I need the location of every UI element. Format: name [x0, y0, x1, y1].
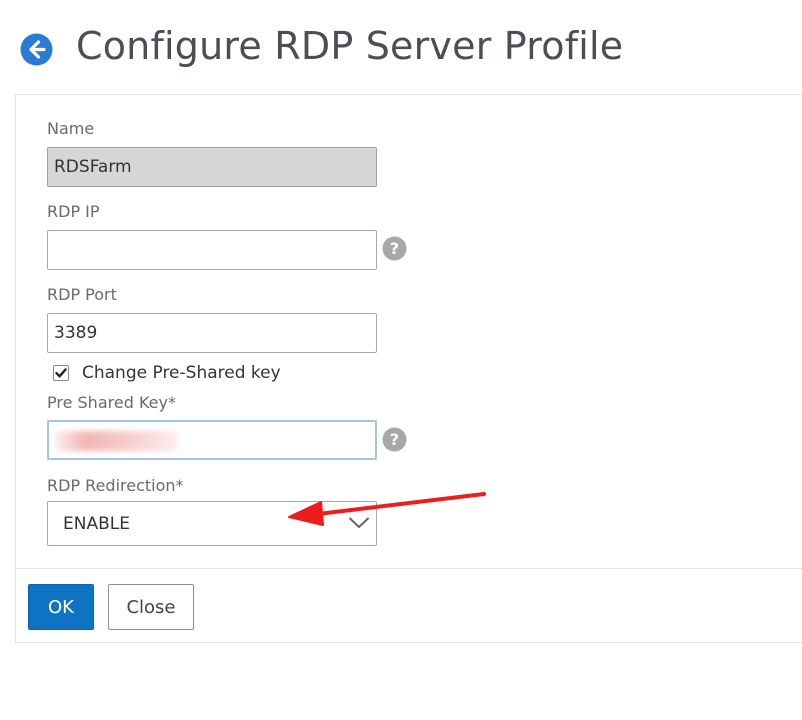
- svg-text:?: ?: [390, 430, 399, 449]
- checkmark-icon: [55, 368, 67, 378]
- rdp-port-label: RDP Port: [47, 285, 117, 304]
- page-header: Configure RDP Server Profile: [0, 0, 802, 94]
- name-input[interactable]: [47, 147, 377, 187]
- psk-redacted-value: [55, 431, 179, 451]
- svg-text:?: ?: [390, 239, 399, 258]
- help-icon[interactable]: ?: [382, 236, 407, 261]
- psk-label: Pre Shared Key*: [47, 393, 176, 412]
- rdp-ip-label: RDP IP: [47, 202, 100, 221]
- rdp-redirection-label: RDP Redirection*: [47, 476, 184, 495]
- close-button[interactable]: Close: [108, 584, 194, 630]
- psk-input[interactable]: [47, 420, 377, 460]
- rdp-port-input[interactable]: [47, 313, 377, 353]
- change-psk-label: Change Pre-Shared key: [82, 363, 281, 383]
- arrow-left-circle-icon[interactable]: [20, 33, 53, 66]
- help-icon[interactable]: ?: [382, 427, 407, 452]
- ok-button[interactable]: OK: [28, 584, 94, 630]
- rdp-redirection-select[interactable]: ENABLE: [47, 501, 377, 546]
- name-label: Name: [47, 119, 95, 138]
- footer-divider: [15, 568, 802, 569]
- chevron-down-icon: [349, 517, 369, 528]
- rdp-redirection-value: ENABLE: [63, 514, 130, 534]
- page-title: Configure RDP Server Profile: [76, 24, 624, 68]
- change-psk-row: Change Pre-Shared key: [53, 362, 281, 384]
- rdp-ip-input[interactable]: [47, 230, 377, 270]
- change-psk-checkbox[interactable]: [53, 365, 69, 381]
